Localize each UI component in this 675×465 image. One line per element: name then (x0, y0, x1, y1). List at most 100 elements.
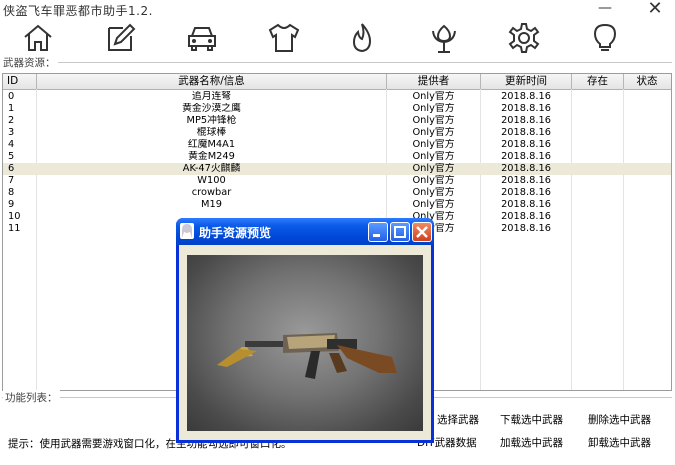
download-selected-button[interactable]: 下载选中武器 (500, 413, 563, 427)
cell-updated: 2018.8.16 (501, 151, 551, 162)
cell-provider: Only官方 (412, 187, 455, 198)
cell-status (624, 163, 670, 175)
edit-icon[interactable] (100, 20, 140, 56)
cell-updated: 2018.8.16 (501, 211, 551, 222)
dialog-body (179, 245, 431, 440)
cell-updated: 2018.8.16 (501, 175, 551, 186)
cell-name: AK-47火麒麟 (182, 163, 241, 174)
column-header-status[interactable]: 状态 (624, 74, 670, 89)
cell-exists (572, 211, 623, 223)
table-row[interactable]: 6 AK-47火麒麟 Only官方 2018.8.16 (3, 163, 671, 175)
cell-updated: 2018.8.16 (501, 103, 551, 114)
table-row[interactable]: 3 棍球棒 Only官方 2018.8.16 (3, 127, 671, 139)
cell-name: 黄金沙漠之鹰 (182, 103, 241, 114)
gear-icon[interactable] (504, 20, 544, 56)
title-bar: 侠盗飞车罪恶都市助手1.2. — ✕ (0, 0, 675, 20)
cell-updated: 2018.8.16 (501, 187, 551, 198)
flower-icon[interactable] (424, 20, 464, 56)
table-row[interactable]: 4 红魔M4A1 Only官方 2018.8.16 (3, 139, 671, 151)
cell-exists (572, 127, 623, 139)
functions-label: 功能列表： (3, 390, 60, 405)
cell-name: crowbar (191, 187, 232, 198)
column-header-exists[interactable]: 存在 (572, 74, 624, 89)
cell-provider: Only官方 (412, 151, 455, 162)
cell-status (624, 151, 670, 163)
delete-selected-button[interactable]: 删除选中武器 (588, 413, 651, 427)
cell-status (624, 103, 670, 115)
cell-updated: 2018.8.16 (501, 115, 551, 126)
table-row[interactable]: 0 追月连弩 Only官方 2018.8.16 (3, 91, 671, 103)
dialog-close-button[interactable] (412, 222, 432, 242)
cell-exists (572, 187, 623, 199)
window-title: 侠盗飞车罪恶都市助手1.2. (3, 4, 153, 18)
cell-exists (572, 139, 623, 151)
cell-status (624, 115, 670, 127)
cell-exists (572, 91, 623, 103)
table-row[interactable]: 9 M19 Only官方 2018.8.16 (3, 199, 671, 211)
table-row[interactable]: 1 黄金沙漠之鹰 Only官方 2018.8.16 (3, 103, 671, 115)
flame-icon[interactable] (342, 20, 382, 56)
cell-updated: 2018.8.16 (501, 127, 551, 138)
table-row[interactable]: 8 crowbar Only官方 2018.8.16 (3, 187, 671, 199)
cell-exists (572, 223, 623, 235)
cell-status (624, 175, 670, 187)
cell-name: 追月连弩 (191, 91, 232, 102)
select-weapon-button[interactable]: 选择武器 (437, 413, 479, 427)
cell-provider: Only官方 (412, 163, 455, 174)
cell-id: 4 (8, 139, 15, 150)
cell-exists (572, 103, 623, 115)
column-header-id[interactable]: ID (3, 74, 37, 89)
cell-provider: Only官方 (412, 127, 455, 138)
table-row[interactable]: 7 W100 Only官方 2018.8.16 (3, 175, 671, 187)
unload-selected-button[interactable]: 卸载选中武器 (588, 436, 651, 450)
table-row[interactable]: 5 黄金M249 Only官方 2018.8.16 (3, 151, 671, 163)
rifle-image (217, 333, 397, 379)
home-icon[interactable] (18, 20, 58, 56)
cell-name: 红魔M4A1 (187, 139, 236, 150)
load-selected-button[interactable]: 加载选中武器 (500, 436, 563, 450)
cell-updated: 2018.8.16 (501, 199, 551, 210)
column-header-name[interactable]: 武器名称/信息 (37, 74, 387, 89)
dialog-title-bar[interactable]: 助手资源预览 (176, 218, 434, 245)
cell-provider: Only官方 (412, 139, 455, 150)
close-button[interactable]: ✕ (640, 0, 670, 20)
cell-exists (572, 199, 623, 211)
cell-id: 5 (8, 151, 15, 162)
minimize-button[interactable]: — (592, 0, 618, 20)
cell-id: 9 (8, 199, 15, 210)
cell-name: MP5冲锋枪 (186, 115, 237, 126)
column-header-provider[interactable]: 提供者 (387, 74, 481, 89)
column-header-updated[interactable]: 更新时间 (481, 74, 572, 89)
cell-status (624, 127, 670, 139)
table-header: ID 武器名称/信息 提供者 更新时间 存在 状态 (3, 74, 671, 90)
shirt-icon[interactable] (264, 20, 304, 56)
cell-name: 黄金M249 (188, 151, 235, 162)
resources-label: 武器资源： (1, 55, 58, 70)
cell-exists (572, 151, 623, 163)
cell-provider: Only官方 (412, 175, 455, 186)
cell-id: 10 (8, 211, 21, 222)
cell-id: 0 (8, 91, 15, 102)
cell-provider: Only官方 (412, 199, 455, 210)
cell-updated: 2018.8.16 (501, 223, 551, 234)
cell-id: 7 (8, 175, 15, 186)
cell-exists (572, 115, 623, 127)
cell-exists (572, 175, 623, 187)
cell-updated: 2018.8.16 (501, 163, 551, 174)
lightbulb-icon[interactable] (585, 20, 625, 56)
cell-provider: Only官方 (412, 115, 455, 126)
car-icon[interactable] (182, 20, 222, 56)
dialog-minimize-button[interactable] (368, 222, 388, 242)
dialog-maximize-button[interactable] (390, 222, 410, 242)
preview-dialog[interactable]: 助手资源预览 (176, 218, 434, 443)
cell-id: 1 (8, 103, 15, 114)
table-row[interactable]: 2 MP5冲锋枪 Only官方 2018.8.16 (3, 115, 671, 127)
cell-name: M19 (201, 199, 222, 210)
cell-id: 8 (8, 187, 15, 198)
cell-name: W100 (197, 175, 226, 186)
cell-id: 3 (8, 127, 15, 138)
app-icon (180, 223, 194, 239)
dialog-title: 助手资源预览 (199, 226, 272, 240)
cell-updated: 2018.8.16 (501, 139, 551, 150)
cell-status (624, 223, 670, 235)
